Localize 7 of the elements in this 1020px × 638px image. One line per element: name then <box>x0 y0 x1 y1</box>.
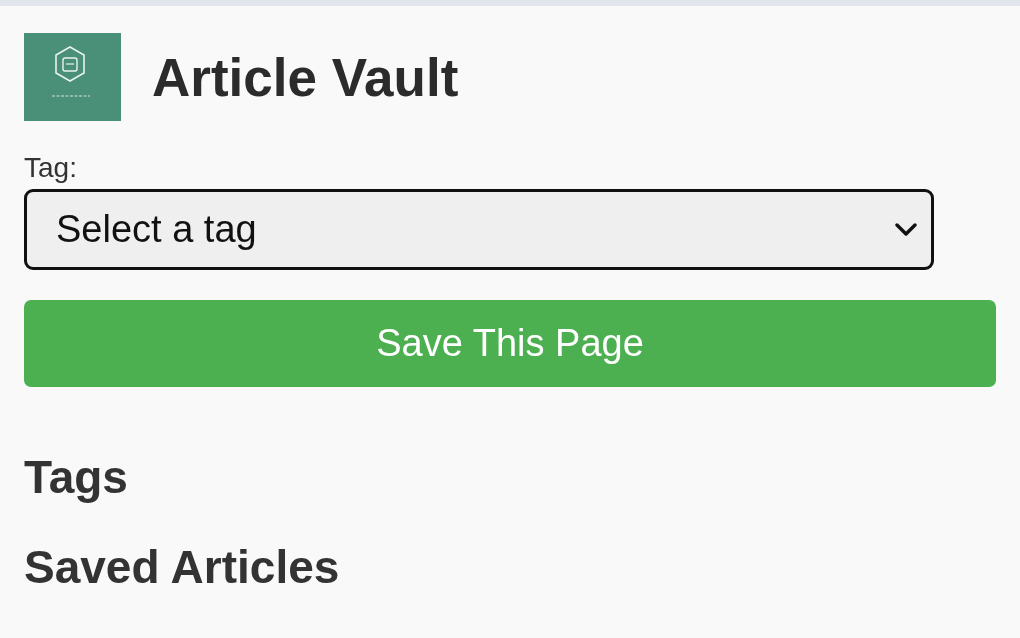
tag-select[interactable]: Select a tag <box>24 189 934 270</box>
chevron-down-icon <box>895 223 917 236</box>
app-title: Article Vault <box>152 46 459 108</box>
section-heading: Saved Articles <box>24 541 340 594</box>
section-heading: Tags <box>24 451 128 504</box>
vault-logo-icon <box>24 33 121 121</box>
tag-label: Tag: <box>24 152 77 184</box>
